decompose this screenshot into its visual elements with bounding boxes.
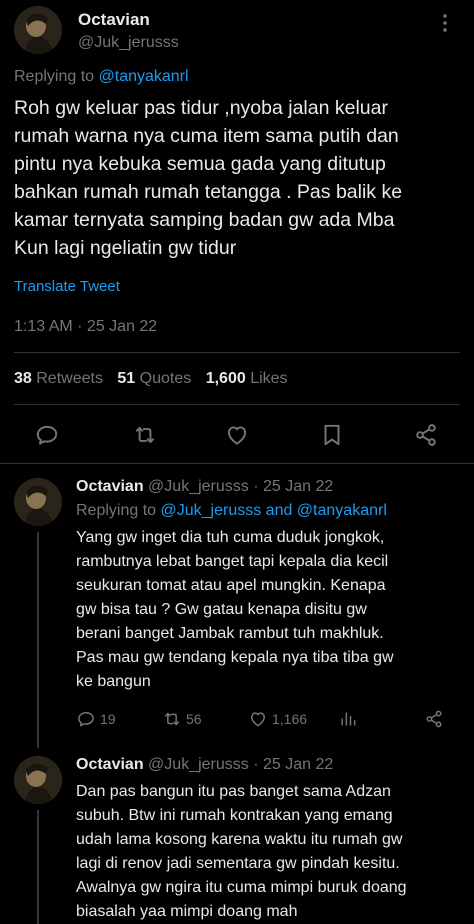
reply-text-line: ke bangun [76,673,151,690]
tweet-text-line: pintu nya kebuka semua gada yang ditutup [14,153,386,175]
author-name[interactable]: Octavian [76,478,144,495]
avatar[interactable] [14,6,62,54]
avatar[interactable] [14,756,62,804]
like-button[interactable]: 1,166 [248,708,307,730]
author-handle-and-date[interactable]: @Juk_jerusss · 25 Jan 22 [148,756,333,773]
reply-text-line: Pas mau gw tendang kepala nya tiba tiba … [76,649,394,666]
reply-text: Dan pas bangun itu pas banget sama Adzan… [76,780,460,924]
main-tweet-header: Octavian @Juk_jerusss [14,6,460,60]
quotes-count: 51 [117,370,136,387]
share-icon[interactable] [413,422,439,448]
tweet-text-line: Kun lagi ngeliatin gw tidur [14,237,237,259]
reply-header: Octavian @Juk_jerusss · 25 Jan 22 [76,756,333,774]
share-icon [426,710,442,728]
tweet-timestamp[interactable]: 1:13 AM · 25 Jan 22 [14,318,157,336]
reply-text-line: Dan pas bangun itu pas banget sama Adzan [76,783,391,800]
quotes-stat[interactable]: 51 Quotes [117,370,191,387]
analytics-button[interactable] [338,708,362,730]
reply-text-line: berani banget Jambak rambut tuh makhluk. [76,625,384,642]
reply-tweet[interactable]: Octavian @Juk_jerusss · 25 Jan 22 Dan pa… [0,756,474,924]
tweet-stats: 38 Retweets 51 Quotes 1,600 Likes [14,370,298,388]
retweet-count: 56 [186,711,202,727]
author-name[interactable]: Octavian [76,756,144,773]
replying-to-line: Replying to @tanyakanrl [14,68,189,86]
tweet-text: Roh gw keluar pas tidur ,nyoba jalan kel… [14,94,460,262]
bookmark-icon[interactable] [319,422,345,448]
reply-button[interactable]: 19 [76,708,116,730]
likes-label: Likes [250,370,288,387]
avatar-image [14,478,62,526]
retweets-count: 38 [14,370,32,387]
like-icon [251,712,265,727]
divider [14,404,460,405]
reply-text-line: subuh. Btw ini rumah kontrakan yang eman… [76,807,393,824]
reply-header: Octavian @Juk_jerusss · 25 Jan 22 [76,478,333,496]
author-handle[interactable]: @Juk_jerusss [78,34,179,52]
reply-text-line: lagi di renov jadi sementara gw pindah k… [76,855,400,872]
retweets-label: Retweets [36,370,103,387]
avatar[interactable] [14,478,62,526]
divider [14,352,460,353]
like-count: 1,166 [272,711,308,727]
like-icon[interactable] [224,422,250,448]
replying-to-handle-link[interactable]: @Juk_jerusss and @tanyakanrl [161,502,387,519]
author-handle-and-date[interactable]: @Juk_jerusss · 25 Jan 22 [148,478,333,495]
tweet-text-line: rumah warna nya cuma item sama putih dan [14,125,399,147]
retweet-button[interactable]: 56 [162,708,202,730]
replying-to-label: Replying to [14,68,95,85]
analytics-icon [341,712,356,726]
more-options-icon[interactable] [434,12,456,34]
reply-icon [78,712,94,727]
reply-tweet[interactable]: Octavian @Juk_jerusss · 25 Jan 22 Replyi… [0,478,474,748]
thread-connector-line [37,532,39,748]
tweet-thread-page: Octavian @Juk_jerusss Replying to @tanya… [0,0,474,924]
replying-to-handle-link[interactable]: @tanyakanrl [99,68,189,85]
reply-text-line: udah lama kosong karena waktu itu rumah … [76,831,403,848]
thread-connector-line [37,810,39,924]
divider [0,463,474,464]
reply-text-line: gw bisa tau ? Gw gatau kenapa disitu gw [76,601,367,618]
retweets-stat[interactable]: 38 Retweets [14,370,103,387]
reply-count: 19 [100,711,116,727]
reply-text-line: Yang gw inget dia tuh cuma duduk jongkok… [76,529,385,546]
avatar-image [14,756,62,804]
reply-text-line: seukuran tomat atau apel mungkin. Kenapa [76,577,386,594]
retweet-icon [165,712,179,726]
replying-to-label: Replying to [76,502,157,519]
tweet-text-line: kamar ternyata samping badan gw ada Mba [14,209,395,231]
quotes-label: Quotes [139,370,192,387]
likes-count: 1,600 [205,370,246,387]
reply-text: Yang gw inget dia tuh cuma duduk jongkok… [76,526,460,694]
tweet-action-bar [0,420,474,450]
reply-text-line: Awalnya gw ngira itu cuma mimpi buruk do… [76,879,407,896]
reply-icon[interactable] [34,422,60,448]
reply-text-line: biasalah yaa mimpi doang mah [76,903,298,920]
author-name[interactable]: Octavian [78,10,150,30]
tweet-text-line: Roh gw keluar pas tidur ,nyoba jalan kel… [14,97,388,119]
avatar-image [14,6,62,54]
replying-to-line: Replying to @Juk_jerusss and @tanyakanrl [76,502,387,520]
reply-text-line: rambutnya lebat banget tapi kepala dia k… [76,553,389,570]
share-button[interactable] [424,708,448,730]
reply-action-bar: 19 56 1,166 [76,708,460,732]
tweet-text-line: bahkan rumah rumah tetangga . Pas balik … [14,181,403,203]
likes-stat[interactable]: 1,600 Likes [206,370,288,387]
retweet-icon[interactable] [132,422,158,448]
translate-tweet-link[interactable]: Translate Tweet [14,278,120,295]
